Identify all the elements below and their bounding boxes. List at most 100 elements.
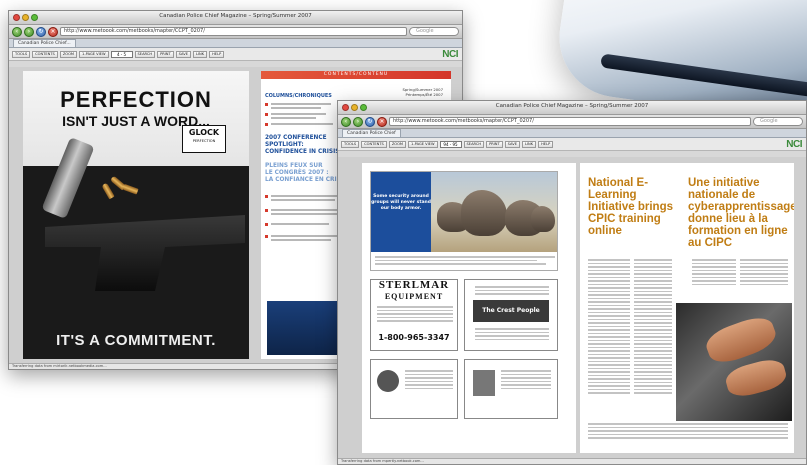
- ad-logo-image: [377, 370, 399, 392]
- link-button[interactable]: LINK: [192, 50, 208, 58]
- small-ad: [370, 359, 458, 419]
- bullet-image: [101, 182, 115, 200]
- ad-copy: [501, 370, 551, 391]
- ad-badge-image: [473, 370, 495, 396]
- text-line: [271, 113, 326, 115]
- zoom-button[interactable]: ZOOM: [59, 50, 78, 58]
- text-line: [271, 123, 333, 125]
- rhino-image: [461, 190, 507, 236]
- text-line: [271, 117, 316, 119]
- reload-icon[interactable]: ↻: [36, 26, 46, 37]
- page-number-field[interactable]: 4 - 5: [110, 50, 133, 58]
- ad-copy: [475, 286, 549, 297]
- search-field[interactable]: Google: [409, 27, 459, 36]
- search-button[interactable]: SEARCH: [463, 140, 485, 148]
- navigation-bar: ‹ › ↻ × http://www.metoook.com/metbooks/…: [338, 115, 806, 129]
- french-line: LA CONFIANCE EN CRISE: [265, 177, 345, 183]
- text-line: [271, 103, 331, 105]
- nci-logo-mark: NCI: [442, 49, 458, 60]
- article-body-en: [634, 259, 672, 396]
- browser-window-front[interactable]: Canadian Police Chief Magazine – Spring/…: [337, 100, 807, 465]
- crest-title: The Crest People: [473, 300, 549, 322]
- nci-logo: NCI: [786, 138, 802, 151]
- text-line: [271, 223, 329, 225]
- text-line: [271, 195, 341, 197]
- status-bar: Transferring data from mpertly.netbook.c…: [338, 458, 806, 464]
- zoom-button[interactable]: ZOOM: [388, 140, 407, 148]
- page-right[interactable]: National E-Learning Initiative brings CP…: [580, 163, 794, 453]
- glock-brand: GLOCK: [188, 128, 220, 137]
- ad-tagline: IT'S A COMMITMENT.: [56, 332, 216, 349]
- conference-heading: 2007 CONFERENCE SPOTLIGHT: CONFIDENCE IN…: [265, 135, 339, 156]
- text-line: [271, 235, 339, 237]
- nci-logo: NCI: [442, 48, 458, 61]
- one-page-view-button[interactable]: 1-PAGE VIEW: [79, 50, 109, 58]
- magazine-viewport[interactable]: Some security around groups will never s…: [338, 157, 806, 458]
- address-bar[interactable]: http://www.metoook.com/metbooks/mapter/C…: [60, 27, 407, 36]
- sterling-phone: 1-800-965-3347: [378, 333, 450, 342]
- search-button[interactable]: SEARCH: [134, 50, 156, 58]
- stop-icon[interactable]: ×: [48, 26, 58, 37]
- sterling-equipment-ad: STERLMAR EQUIPMENT 1-800-965-3347: [370, 279, 458, 351]
- contents-button[interactable]: CONTENTS: [32, 50, 58, 58]
- glock-brand-tag: PERFECTION: [192, 139, 216, 143]
- browser-tab[interactable]: Canadian Police Chief...: [13, 39, 76, 47]
- tab-bar: Canadian Police Chief: [338, 129, 806, 138]
- print-button[interactable]: PRINT: [486, 140, 503, 148]
- one-page-view-button[interactable]: 1-PAGE VIEW: [408, 140, 438, 148]
- save-button[interactable]: SAVE: [504, 140, 520, 148]
- help-button[interactable]: HELP: [209, 50, 225, 58]
- french-line: PLEINS FEUX SUR: [265, 163, 323, 169]
- text-line: [271, 213, 337, 215]
- small-ad: [464, 359, 558, 419]
- back-arrow-icon[interactable]: ‹: [12, 26, 22, 37]
- glock-logo: GLOCK PERFECTION: [182, 125, 226, 153]
- text-line: [271, 209, 343, 211]
- text-line: [271, 107, 321, 109]
- search-field[interactable]: Google: [753, 117, 803, 126]
- reload-icon[interactable]: ↻: [365, 116, 375, 127]
- article-body-en: [588, 259, 630, 396]
- ad-copy: [405, 370, 453, 391]
- window-title: Canadian Police Chief Magazine – Spring/…: [495, 103, 649, 109]
- bullet-marker: [265, 235, 268, 238]
- article-headline-en: National E-Learning Initiative brings CP…: [588, 177, 673, 237]
- conference-line: SPOTLIGHT:: [265, 142, 304, 148]
- bullet-marker: [265, 209, 268, 212]
- help-button[interactable]: HELP: [538, 140, 554, 148]
- print-button[interactable]: PRINT: [157, 50, 174, 58]
- browser-tab[interactable]: Canadian Police Chief: [342, 129, 401, 137]
- viewer-toolbar: TOOLS CONTENTS ZOOM 1-PAGE VIEW 4 - 5 SE…: [9, 48, 462, 61]
- tools-button[interactable]: TOOLS: [12, 50, 31, 58]
- bullet-marker: [265, 223, 268, 226]
- rhino-ad: Some security around groups will never s…: [370, 171, 558, 271]
- conference-line: CONFIDENCE IN CRISIS: [265, 149, 340, 155]
- title-bar[interactable]: Canadian Police Chief Magazine – Spring/…: [9, 11, 462, 25]
- forward-arrow-icon[interactable]: ›: [353, 116, 363, 127]
- stop-icon[interactable]: ×: [377, 116, 387, 127]
- columns-heading: COLUMNS/CHRONIQUES: [265, 93, 332, 99]
- viewer-toolbar: TOOLS CONTENTS ZOOM 1-PAGE VIEW 94 - 95 …: [338, 138, 806, 151]
- magazine-spread[interactable]: Some security around groups will never s…: [362, 163, 794, 453]
- glock-ad-page[interactable]: PERFECTION ISN'T JUST A WORD... GLOCK PE…: [23, 71, 249, 359]
- sterling-title: STERLMAR: [378, 279, 450, 291]
- address-bar[interactable]: http://www.metoook.com/metbooks/mapter/C…: [389, 117, 751, 126]
- contents-button[interactable]: CONTENTS: [361, 140, 387, 148]
- french-line: LE CONGRÈS 2007 :: [265, 170, 329, 176]
- forward-arrow-icon[interactable]: ›: [24, 26, 34, 37]
- article-body-fr: [740, 259, 788, 287]
- tools-button[interactable]: TOOLS: [341, 140, 360, 148]
- title-bar[interactable]: Canadian Police Chief Magazine – Spring/…: [338, 101, 806, 115]
- text-line: [271, 239, 331, 241]
- issue-date: Spring/Summer 2007 Printemps/Été 2007: [402, 87, 443, 97]
- link-button[interactable]: LINK: [521, 140, 537, 148]
- article-headline-fr: Une initiative nationale de cyberapprent…: [688, 177, 794, 249]
- page-number-field[interactable]: 94 - 95: [439, 140, 462, 148]
- back-arrow-icon[interactable]: ‹: [341, 116, 351, 127]
- bullet-marker: [265, 113, 268, 116]
- save-button[interactable]: SAVE: [175, 50, 191, 58]
- page-left[interactable]: Some security around groups will never s…: [362, 163, 576, 453]
- conference-line: 2007 CONFERENCE: [265, 135, 327, 141]
- french-heading: PLEINS FEUX SUR LE CONGRÈS 2007 : LA CON…: [265, 163, 345, 184]
- navigation-bar: ‹ › ↻ × http://www.metoook.com/metbooks/…: [9, 25, 462, 39]
